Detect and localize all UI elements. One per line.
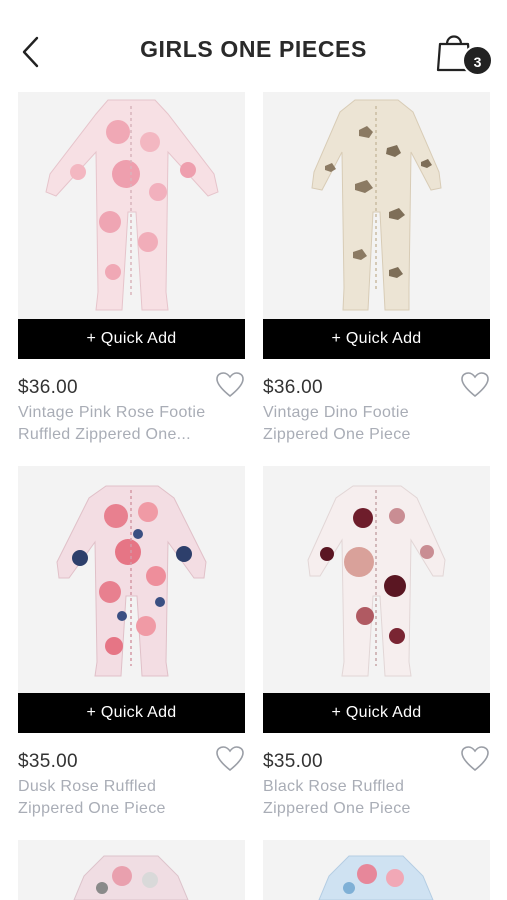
- wishlist-button[interactable]: [216, 746, 244, 772]
- quick-add-button[interactable]: + Quick Add: [18, 693, 245, 733]
- app-header: GIRLS ONE PIECES 3: [0, 0, 507, 92]
- wishlist-button[interactable]: [461, 746, 489, 772]
- wishlist-button[interactable]: [216, 372, 244, 398]
- product-image[interactable]: [263, 840, 490, 900]
- quick-add-button[interactable]: + Quick Add: [18, 319, 245, 359]
- product-image[interactable]: [18, 466, 245, 693]
- product-image[interactable]: [263, 466, 490, 693]
- wishlist-button[interactable]: [461, 372, 489, 398]
- heart-icon: [216, 372, 244, 398]
- product-price: $36.00: [263, 377, 323, 398]
- quick-add-button[interactable]: + Quick Add: [263, 693, 490, 733]
- cart-count-badge: 3: [462, 45, 493, 76]
- product-name[interactable]: Vintage Dino Footie Zippered One Piece: [263, 402, 478, 446]
- quick-add-button[interactable]: + Quick Add: [263, 319, 490, 359]
- product-name[interactable]: Dusk Rose Ruffled Zippered One Piece: [18, 776, 233, 820]
- product-price: $36.00: [18, 377, 78, 398]
- product-name[interactable]: Vintage Pink Rose Footie Ruffled Zippere…: [18, 402, 233, 446]
- product-image[interactable]: [18, 92, 245, 319]
- product-image[interactable]: [18, 840, 245, 900]
- product-image[interactable]: [263, 92, 490, 319]
- heart-icon: [461, 746, 489, 772]
- heart-icon: [216, 746, 244, 772]
- heart-icon: [461, 372, 489, 398]
- page-title: GIRLS ONE PIECES: [140, 36, 367, 62]
- product-name[interactable]: Black Rose Ruffled Zippered One Piece: [263, 776, 478, 820]
- product-price: $35.00: [263, 751, 323, 772]
- product-price: $35.00: [18, 751, 78, 772]
